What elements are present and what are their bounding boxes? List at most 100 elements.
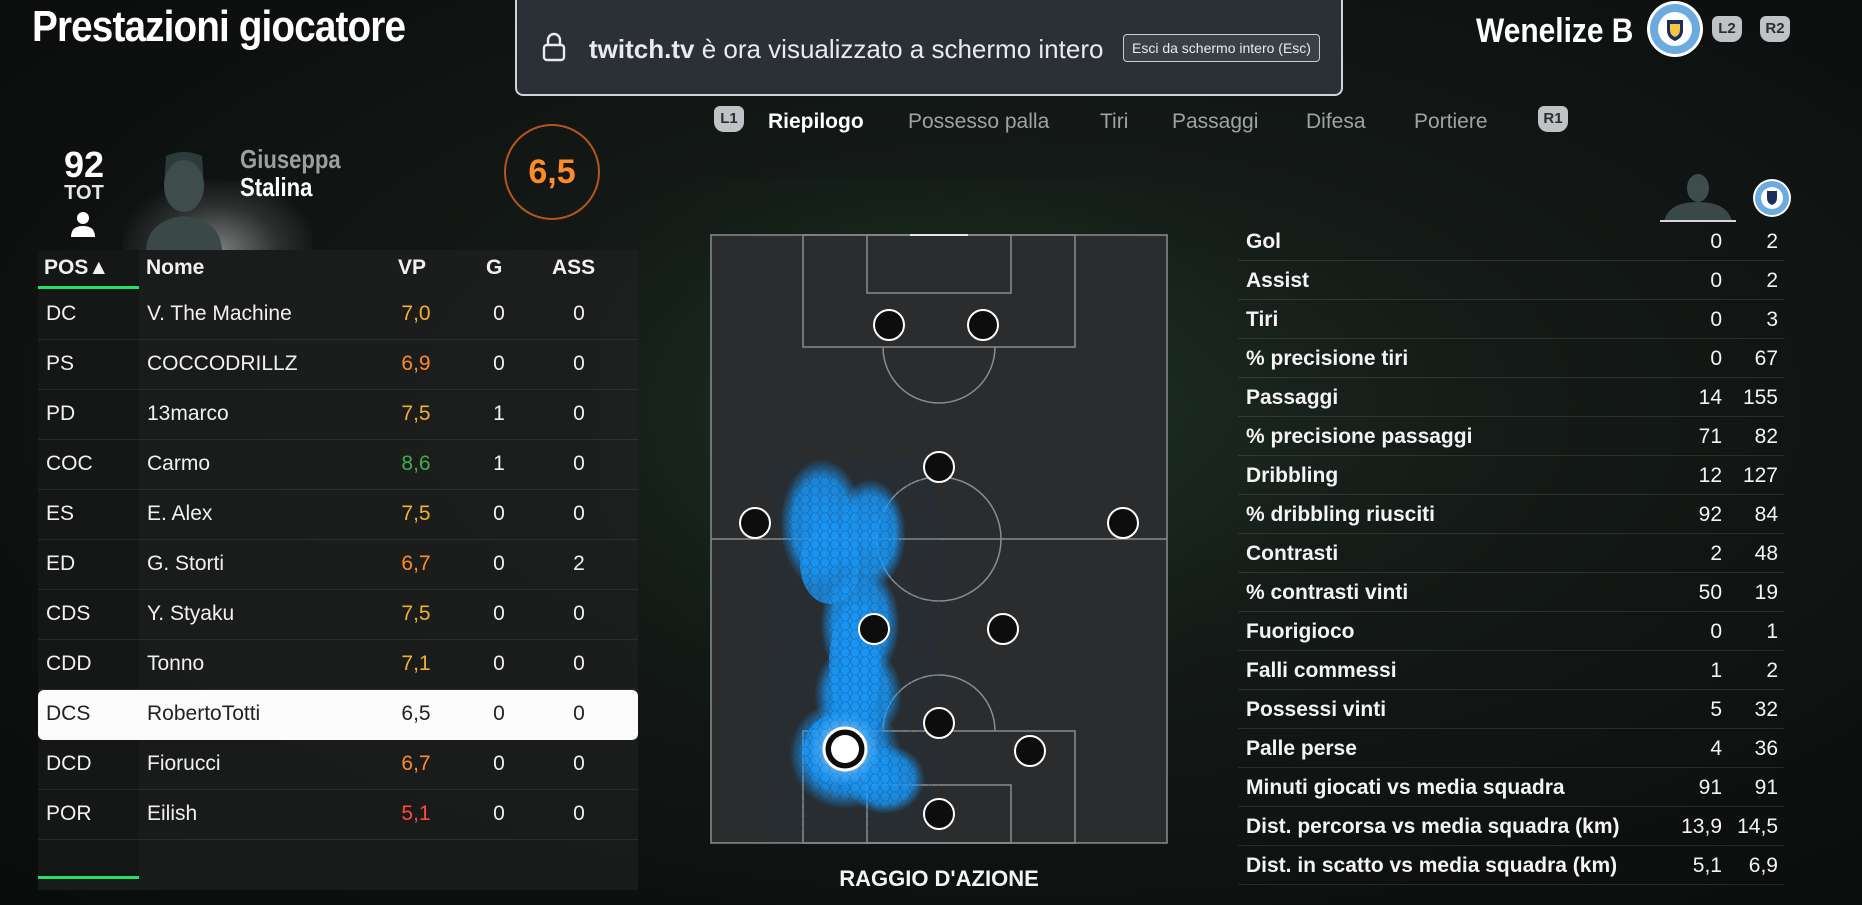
stat-player-value: 91 [1698, 776, 1722, 799]
player-overall-rating: 92 [63, 144, 105, 185]
table-row[interactable]: COC Carmo 8,6 1 0 [38, 440, 638, 490]
stat-player-value: 0 [1710, 230, 1722, 253]
pitch-label: RAGGIO D'AZIONE [839, 866, 1039, 891]
row-vp: 7,5 [401, 402, 431, 425]
stat-team-value: 2 [1766, 230, 1778, 253]
table-row[interactable]: ES E. Alex 7,5 0 0 [38, 490, 638, 540]
l1-button[interactable]: L1 [714, 106, 744, 132]
stat-label: Dist. percorsa vs media squadra (km) [1246, 815, 1620, 838]
row-assists: 0 [573, 652, 585, 675]
row-name: V. The Machine [147, 302, 292, 325]
tab-possesso-palla[interactable]: Possesso palla [908, 110, 1049, 134]
stat-team-value: 19 [1754, 581, 1778, 604]
column-vp[interactable]: VP [398, 256, 426, 280]
stat-player-value: 5 [1710, 698, 1722, 721]
stat-row: % precisione tiri 0 67 [1238, 339, 1784, 378]
player-marker [923, 451, 955, 483]
row-pos: PD [46, 402, 76, 425]
row-assists: 0 [573, 302, 585, 325]
goal-top [910, 232, 968, 236]
player-marker [739, 507, 771, 539]
team-name: Wenelize B [1476, 12, 1634, 50]
stats-table: Gol 0 2 Assist 0 2 Tiri 0 3 % precisione tiri 0… [1238, 222, 1784, 885]
row-vp: 7,1 [401, 652, 431, 675]
row-vp: 6,7 [401, 752, 431, 775]
table-row[interactable]: DCD Fiorucci 6,7 0 0 [38, 740, 638, 790]
tab-portiere[interactable]: Portiere [1414, 110, 1488, 134]
fullscreen-notice: twitch.tv è ora visualizzato a schermo i… [515, 0, 1343, 96]
exit-fullscreen-button[interactable]: Esci da schermo intero (Esc) [1123, 34, 1320, 62]
player-avatar-small [1660, 174, 1736, 222]
row-vp: 5,1 [401, 802, 431, 825]
stat-team-value: 91 [1754, 776, 1778, 799]
row-name: Y. Styaku [147, 602, 235, 625]
stat-label: Gol [1246, 230, 1281, 253]
row-name: 13marco [147, 402, 229, 425]
row-vp: 6,7 [401, 552, 431, 575]
table-row[interactable]: PS COCCODRILLZ 6,9 0 0 [38, 340, 638, 390]
person-icon [71, 212, 95, 237]
stat-team-value: 36 [1754, 737, 1778, 760]
stat-team-value: 155 [1742, 386, 1778, 409]
fullscreen-domain: twitch.tv [589, 34, 695, 64]
row-assists: 0 [573, 752, 585, 775]
column-ass[interactable]: ASS [552, 256, 595, 280]
table-row[interactable]: CDD Tonno 7,1 0 0 [38, 640, 638, 690]
stat-label: Tiri [1246, 308, 1279, 331]
stat-label: % precisione tiri [1246, 347, 1409, 370]
table-header: POS▲ Nome VP G ASS [38, 250, 638, 290]
stat-row: Palle perse 4 36 [1238, 729, 1784, 768]
row-assists: 0 [573, 352, 585, 375]
row-pos: DC [46, 302, 77, 325]
l2-button[interactable]: L2 [1712, 16, 1742, 42]
stat-row: Gol 0 2 [1238, 222, 1784, 261]
lock-icon [542, 32, 566, 62]
table-row[interactable]: DC V. The Machine 7,0 0 0 [38, 290, 638, 340]
table-row[interactable]: POR Eilish 5,1 0 0 [38, 790, 638, 840]
table-row[interactable]: ED G. Storti 6,7 0 2 [38, 540, 638, 590]
column-name[interactable]: Nome [146, 256, 204, 280]
table-row[interactable]: CDS Y. Styaku 7,5 0 0 [38, 590, 638, 640]
column-pos[interactable]: POS▲ [44, 256, 109, 280]
stat-player-value: 14 [1698, 386, 1722, 409]
row-goals: 0 [493, 752, 505, 775]
stat-label: Falli commessi [1246, 659, 1397, 682]
table-row-selected[interactable]: DCS RobertoTotti 6,5 0 0 [38, 690, 638, 740]
player-last-name: Stalina [240, 172, 313, 202]
stat-player-value: 50 [1698, 581, 1722, 604]
stat-row: Contrasti 2 48 [1238, 534, 1784, 573]
player-table: DC V. The Machine 7,0 0 0 PS COCCODRILLZ 6,9 0 0… [38, 290, 638, 840]
tab-tiri[interactable]: Tiri [1100, 110, 1128, 134]
stat-player-value: 13,9 [1681, 815, 1722, 838]
column-g[interactable]: G [486, 256, 502, 280]
r1-button[interactable]: R1 [1538, 106, 1568, 132]
tab-difesa[interactable]: Difesa [1306, 110, 1366, 134]
stat-label: Assist [1246, 269, 1310, 292]
stat-label: % contrasti vinti [1246, 581, 1409, 604]
stat-row: Dist. in scatto vs media squadra (km) 5,1… [1238, 846, 1784, 885]
table-row[interactable]: PD 13marco 7,5 1 0 [38, 390, 638, 440]
stat-team-value: 82 [1754, 425, 1778, 448]
stat-row: % contrasti vinti 50 19 [1238, 573, 1784, 612]
sort-indicator [38, 286, 139, 289]
stat-row: % precisione passaggi 71 82 [1238, 417, 1784, 456]
row-goals: 0 [493, 352, 505, 375]
player-marker [967, 309, 999, 341]
match-rating: 6,5 [504, 124, 600, 220]
tab-riepilogo[interactable]: Riepilogo [768, 110, 864, 134]
stat-team-value: 14,5 [1737, 815, 1778, 838]
player-marker [1014, 735, 1046, 767]
stat-row: Possessi vinti 5 32 [1238, 690, 1784, 729]
row-assists: 0 [573, 452, 585, 475]
tab-passaggi[interactable]: Passaggi [1172, 110, 1258, 134]
stat-row: % dribbling riusciti 92 84 [1238, 495, 1784, 534]
stat-row: Dribbling 12 127 [1238, 456, 1784, 495]
player-marker [923, 798, 955, 830]
row-pos: COC [46, 452, 93, 475]
row-name: Carmo [147, 452, 211, 475]
stat-player-value: 5,1 [1692, 854, 1722, 877]
r2-button[interactable]: R2 [1760, 16, 1790, 42]
row-pos: DCD [46, 752, 92, 775]
stat-team-value: 32 [1754, 698, 1778, 721]
stat-team-value: 67 [1754, 347, 1778, 370]
